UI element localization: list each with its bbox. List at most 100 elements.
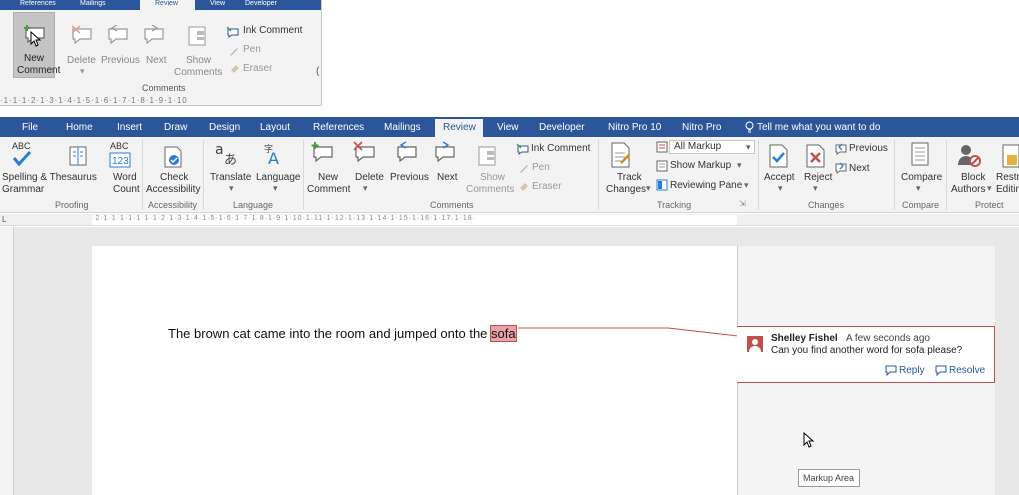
tab-design[interactable]: Design [209, 122, 240, 133]
eraser-icon[interactable] [518, 180, 530, 192]
compare-dropdown[interactable]: ▾ [916, 183, 921, 194]
inset-tab-developer[interactable]: Developer [245, 0, 277, 8]
tab-nitro-pro-10[interactable]: Nitro Pro 10 [608, 122, 661, 133]
inset-ink-comment-label[interactable]: Ink Comment [243, 25, 302, 36]
resolve-icon[interactable] [935, 365, 947, 376]
reviewing-pane-label[interactable]: Reviewing Pane [670, 180, 742, 191]
inset-delete-label[interactable]: Delete [67, 55, 96, 66]
inset-previous-label[interactable]: Previous [101, 55, 140, 66]
inset-tab-mailings[interactable]: Mailings [80, 0, 106, 8]
delete-label[interactable]: Delete [355, 172, 384, 183]
previous-change-icon[interactable] [834, 143, 848, 155]
eraser-label[interactable]: Eraser [532, 181, 561, 192]
show-comments-icon[interactable] [187, 25, 207, 47]
inset-show-label[interactable]: Show [186, 55, 211, 66]
spelling-label[interactable]: Spelling & Thesaurus [2, 172, 97, 183]
accessibility-label[interactable]: Accessibility [146, 184, 200, 195]
changes-label[interactable]: Changes [606, 184, 646, 195]
translate-dropdown[interactable]: ▾ [229, 183, 234, 194]
tab-insert[interactable]: Insert [117, 122, 142, 133]
new-comment-new-label[interactable]: New [318, 172, 338, 183]
reviewing-pane-dropdown[interactable]: ▾ [744, 180, 749, 191]
inset-eraser-label[interactable]: Eraser [243, 63, 272, 74]
delete-comment-icon[interactable] [352, 141, 378, 165]
accept-dropdown[interactable]: ▾ [778, 183, 783, 194]
highlighted-word[interactable]: sofa [490, 325, 517, 342]
inset-comments-label[interactable]: Comments [174, 67, 222, 78]
previous-comment-icon[interactable] [394, 141, 420, 165]
show-label[interactable]: Show [480, 172, 505, 183]
previous-change-label[interactable]: Previous [849, 143, 888, 154]
tab-nitro-pro[interactable]: Nitro Pro [682, 122, 721, 133]
resolve-button[interactable]: Resolve [949, 365, 985, 376]
language-label[interactable]: Language [256, 172, 301, 183]
next-comment-icon[interactable] [142, 25, 166, 47]
tab-references[interactable]: References [313, 122, 364, 133]
compare-label[interactable]: Compare [901, 172, 942, 183]
document-page[interactable] [92, 246, 737, 495]
next-change-label[interactable]: Next [849, 163, 870, 174]
show-comments-label[interactable]: Comments [466, 184, 514, 195]
pen-icon[interactable] [228, 45, 240, 57]
grammar-label[interactable]: Grammar [2, 184, 44, 195]
ink-comment-icon[interactable] [226, 26, 240, 38]
eraser-icon[interactable] [229, 62, 241, 74]
tab-home[interactable]: Home [66, 122, 93, 133]
inset-delete-dropdown[interactable]: ▾ [80, 66, 85, 77]
authors-label[interactable]: Authors [951, 184, 985, 195]
track-changes-dropdown[interactable]: ▾ [646, 183, 651, 194]
show-markup-label[interactable]: Show Markup [670, 160, 731, 171]
delete-dropdown[interactable]: ▾ [363, 183, 368, 194]
previous-label[interactable]: Previous [390, 172, 429, 183]
new-comment-comment-label[interactable]: Comment [307, 184, 350, 195]
tab-developer[interactable]: Developer [539, 122, 585, 133]
inset-next-label[interactable]: Next [146, 55, 167, 66]
inset-tab-references[interactable]: References [20, 0, 56, 8]
tell-me-search[interactable]: Tell me what you want to do [757, 122, 880, 133]
block-authors-dropdown[interactable]: ▾ [987, 183, 992, 194]
next-change-icon[interactable] [834, 162, 848, 174]
ink-comment-icon[interactable] [516, 143, 530, 155]
inset-pen-label[interactable]: Pen [243, 44, 261, 55]
reject-label[interactable]: Reject [804, 172, 832, 183]
tab-file[interactable]: File [22, 122, 38, 133]
tab-view[interactable]: View [497, 122, 519, 133]
delete-comment-icon[interactable] [70, 25, 94, 47]
tab-draw[interactable]: Draw [164, 122, 187, 133]
restrict-label[interactable]: Restri [996, 172, 1019, 183]
thesaurus-icon[interactable] [68, 145, 88, 167]
pen-label[interactable]: Pen [532, 162, 550, 173]
track-label[interactable]: Track [617, 172, 642, 183]
show-comments-icon[interactable] [477, 145, 497, 167]
markup-dropdown[interactable]: All Markup ▾ [669, 140, 755, 154]
editing-label[interactable]: Editin [996, 184, 1019, 195]
inset-tab-review[interactable]: Review [155, 0, 178, 8]
ink-comment-label[interactable]: Ink Comment [531, 143, 590, 154]
inset-tab-view[interactable]: View [210, 0, 225, 8]
check-label[interactable]: Check [160, 172, 188, 183]
group-proofing: Proofing [55, 200, 89, 210]
tab-layout[interactable]: Layout [260, 122, 290, 133]
tab-selector[interactable]: L [2, 215, 6, 224]
pen-icon[interactable] [518, 162, 530, 174]
word-label[interactable]: Word [113, 172, 137, 183]
translate-label[interactable]: Translate [210, 172, 251, 183]
accept-label[interactable]: Accept [764, 172, 795, 183]
previous-comment-icon[interactable] [106, 25, 130, 47]
comment-balloon[interactable]: Shelley Fishel A few seconds ago Can you… [737, 326, 995, 383]
reply-icon[interactable] [885, 365, 897, 376]
tab-review[interactable]: Review [443, 122, 476, 133]
reply-button[interactable]: Reply [899, 365, 925, 376]
inset-new-comment-button[interactable]: New Comment [13, 12, 60, 78]
document-body-text[interactable]: The brown cat came into the room and jum… [168, 325, 517, 342]
next-comment-icon[interactable] [432, 141, 458, 165]
language-dropdown[interactable]: ▾ [273, 183, 278, 194]
reject-dropdown[interactable]: ▾ [813, 183, 818, 194]
count-label[interactable]: Count [113, 184, 140, 195]
show-markup-dropdown[interactable]: ▾ [737, 160, 742, 171]
block-label[interactable]: Block [961, 172, 985, 183]
comment-text[interactable]: Can you find another word for sofa pleas… [771, 345, 962, 356]
next-label[interactable]: Next [437, 172, 458, 183]
tracking-options-launcher[interactable]: ⇲ [739, 199, 746, 208]
tab-mailings[interactable]: Mailings [384, 122, 421, 133]
